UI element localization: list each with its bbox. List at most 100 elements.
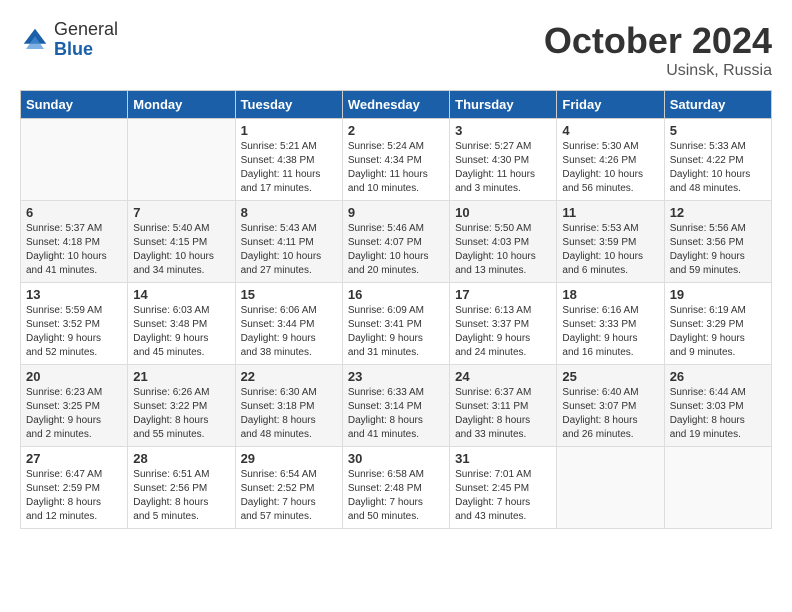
calendar-cell: 13 Sunrise: 5:59 AM Sunset: 3:52 PM Dayli…: [21, 283, 128, 365]
week-row-3: 13 Sunrise: 5:59 AM Sunset: 3:52 PM Dayli…: [21, 283, 772, 365]
day-content: Sunrise: 6:44 AM Sunset: 3:03 PM Dayligh…: [670, 386, 766, 442]
day-content: Sunrise: 5:53 AM Sunset: 3:59 PM Dayligh…: [562, 222, 658, 278]
day-number: 26: [670, 369, 766, 384]
day-number: 24: [455, 369, 551, 384]
day-content: Sunrise: 5:24 AM Sunset: 4:34 PM Dayligh…: [348, 140, 444, 196]
weekday-header-sunday: Sunday: [21, 91, 128, 119]
day-content: Sunrise: 6:26 AM Sunset: 3:22 PM Dayligh…: [133, 386, 229, 442]
day-content: Sunrise: 5:43 AM Sunset: 4:11 PM Dayligh…: [241, 222, 337, 278]
day-content: Sunrise: 5:30 AM Sunset: 4:26 PM Dayligh…: [562, 140, 658, 196]
day-number: 5: [670, 123, 766, 138]
calendar-cell: 2 Sunrise: 5:24 AM Sunset: 4:34 PM Daylig…: [342, 119, 449, 201]
day-number: 18: [562, 287, 658, 302]
day-number: 15: [241, 287, 337, 302]
week-row-4: 20 Sunrise: 6:23 AM Sunset: 3:25 PM Dayli…: [21, 365, 772, 447]
logo: General Blue: [20, 20, 118, 60]
day-content: Sunrise: 6:58 AM Sunset: 2:48 PM Dayligh…: [348, 468, 444, 524]
day-content: Sunrise: 6:03 AM Sunset: 3:48 PM Dayligh…: [133, 304, 229, 360]
calendar-cell: 27Sunrise: 6:47 AM Sunset: 2:59 PM Dayli…: [21, 447, 128, 529]
day-content: Sunrise: 6:23 AM Sunset: 3:25 PM Dayligh…: [26, 386, 122, 442]
day-number: 11: [562, 205, 658, 220]
day-content: Sunrise: 6:19 AM Sunset: 3:29 PM Dayligh…: [670, 304, 766, 360]
weekday-header-wednesday: Wednesday: [342, 91, 449, 119]
day-content: Sunrise: 6:33 AM Sunset: 3:14 PM Dayligh…: [348, 386, 444, 442]
calendar-cell: [557, 447, 664, 529]
month-title: October 2024: [544, 20, 772, 62]
day-content: Sunrise: 5:27 AM Sunset: 4:30 PM Dayligh…: [455, 140, 551, 196]
day-number: 13: [26, 287, 122, 302]
calendar-cell: 14 Sunrise: 6:03 AM Sunset: 3:48 PM Dayli…: [128, 283, 235, 365]
page-header: General Blue October 2024 Usinsk, Russia: [20, 20, 772, 80]
day-number: 10: [455, 205, 551, 220]
calendar-cell: 5 Sunrise: 5:33 AM Sunset: 4:22 PM Daylig…: [664, 119, 771, 201]
day-content: Sunrise: 5:59 AM Sunset: 3:52 PM Dayligh…: [26, 304, 122, 360]
calendar-cell: 22Sunrise: 6:30 AM Sunset: 3:18 PM Dayli…: [235, 365, 342, 447]
calendar-cell: 12 Sunrise: 5:56 AM Sunset: 3:56 PM Dayli…: [664, 201, 771, 283]
day-content: Sunrise: 7:01 AM Sunset: 2:45 PM Dayligh…: [455, 468, 551, 524]
day-number: 6: [26, 205, 122, 220]
location: Usinsk, Russia: [544, 62, 772, 80]
logo-icon: [20, 25, 50, 55]
calendar-cell: 3 Sunrise: 5:27 AM Sunset: 4:30 PM Daylig…: [450, 119, 557, 201]
day-content: Sunrise: 6:16 AM Sunset: 3:33 PM Dayligh…: [562, 304, 658, 360]
day-content: Sunrise: 5:50 AM Sunset: 4:03 PM Dayligh…: [455, 222, 551, 278]
day-number: 28: [133, 451, 229, 466]
weekday-header-friday: Friday: [557, 91, 664, 119]
calendar-cell: 10 Sunrise: 5:50 AM Sunset: 4:03 PM Dayli…: [450, 201, 557, 283]
title-block: October 2024 Usinsk, Russia: [544, 20, 772, 80]
day-number: 30: [348, 451, 444, 466]
calendar-cell: 18 Sunrise: 6:16 AM Sunset: 3:33 PM Dayli…: [557, 283, 664, 365]
week-row-5: 27Sunrise: 6:47 AM Sunset: 2:59 PM Dayli…: [21, 447, 772, 529]
calendar-cell: 16 Sunrise: 6:09 AM Sunset: 3:41 PM Dayli…: [342, 283, 449, 365]
day-content: Sunrise: 6:06 AM Sunset: 3:44 PM Dayligh…: [241, 304, 337, 360]
calendar-cell: 30 Sunrise: 6:58 AM Sunset: 2:48 PM Dayli…: [342, 447, 449, 529]
calendar-cell: 6 Sunrise: 5:37 AM Sunset: 4:18 PM Daylig…: [21, 201, 128, 283]
logo-blue-text: Blue: [54, 39, 93, 59]
day-number: 31: [455, 451, 551, 466]
day-number: 16: [348, 287, 444, 302]
day-number: 17: [455, 287, 551, 302]
day-number: 22: [241, 369, 337, 384]
calendar-cell: 20 Sunrise: 6:23 AM Sunset: 3:25 PM Dayli…: [21, 365, 128, 447]
calendar-cell: [128, 119, 235, 201]
day-number: 20: [26, 369, 122, 384]
day-number: 4: [562, 123, 658, 138]
calendar-cell: 9 Sunrise: 5:46 AM Sunset: 4:07 PM Daylig…: [342, 201, 449, 283]
calendar-cell: 25Sunrise: 6:40 AM Sunset: 3:07 PM Dayli…: [557, 365, 664, 447]
day-number: 2: [348, 123, 444, 138]
week-row-1: 1Sunrise: 5:21 AM Sunset: 4:38 PM Daylig…: [21, 119, 772, 201]
day-number: 21: [133, 369, 229, 384]
day-content: Sunrise: 6:51 AM Sunset: 2:56 PM Dayligh…: [133, 468, 229, 524]
day-content: Sunrise: 6:40 AM Sunset: 3:07 PM Dayligh…: [562, 386, 658, 442]
calendar-cell: 28 Sunrise: 6:51 AM Sunset: 2:56 PM Dayli…: [128, 447, 235, 529]
day-number: 14: [133, 287, 229, 302]
day-number: 3: [455, 123, 551, 138]
calendar-cell: 19 Sunrise: 6:19 AM Sunset: 3:29 PM Dayli…: [664, 283, 771, 365]
calendar-cell: 26 Sunrise: 6:44 AM Sunset: 3:03 PM Dayli…: [664, 365, 771, 447]
calendar-cell: 11 Sunrise: 5:53 AM Sunset: 3:59 PM Dayli…: [557, 201, 664, 283]
day-content: Sunrise: 5:37 AM Sunset: 4:18 PM Dayligh…: [26, 222, 122, 278]
calendar-cell: 8Sunrise: 5:43 AM Sunset: 4:11 PM Daylig…: [235, 201, 342, 283]
weekday-header-row: SundayMondayTuesdayWednesdayThursdayFrid…: [21, 91, 772, 119]
calendar-cell: 7 Sunrise: 5:40 AM Sunset: 4:15 PM Daylig…: [128, 201, 235, 283]
calendar-cell: 31 Sunrise: 7:01 AM Sunset: 2:45 PM Dayli…: [450, 447, 557, 529]
day-content: Sunrise: 6:54 AM Sunset: 2:52 PM Dayligh…: [241, 468, 337, 524]
calendar-cell: 29Sunrise: 6:54 AM Sunset: 2:52 PM Dayli…: [235, 447, 342, 529]
day-number: 7: [133, 205, 229, 220]
day-number: 12: [670, 205, 766, 220]
day-number: 9: [348, 205, 444, 220]
week-row-2: 6 Sunrise: 5:37 AM Sunset: 4:18 PM Daylig…: [21, 201, 772, 283]
day-number: 19: [670, 287, 766, 302]
day-content: Sunrise: 5:56 AM Sunset: 3:56 PM Dayligh…: [670, 222, 766, 278]
calendar-cell: 4 Sunrise: 5:30 AM Sunset: 4:26 PM Daylig…: [557, 119, 664, 201]
day-content: Sunrise: 5:33 AM Sunset: 4:22 PM Dayligh…: [670, 140, 766, 196]
day-content: Sunrise: 5:40 AM Sunset: 4:15 PM Dayligh…: [133, 222, 229, 278]
calendar-cell: 17Sunrise: 6:13 AM Sunset: 3:37 PM Dayli…: [450, 283, 557, 365]
calendar-cell: 23Sunrise: 6:33 AM Sunset: 3:14 PM Dayli…: [342, 365, 449, 447]
day-content: Sunrise: 5:46 AM Sunset: 4:07 PM Dayligh…: [348, 222, 444, 278]
day-number: 27: [26, 451, 122, 466]
day-content: Sunrise: 5:21 AM Sunset: 4:38 PM Dayligh…: [241, 140, 337, 196]
calendar-cell: 15 Sunrise: 6:06 AM Sunset: 3:44 PM Dayli…: [235, 283, 342, 365]
day-content: Sunrise: 6:09 AM Sunset: 3:41 PM Dayligh…: [348, 304, 444, 360]
calendar-cell: 21 Sunrise: 6:26 AM Sunset: 3:22 PM Dayli…: [128, 365, 235, 447]
